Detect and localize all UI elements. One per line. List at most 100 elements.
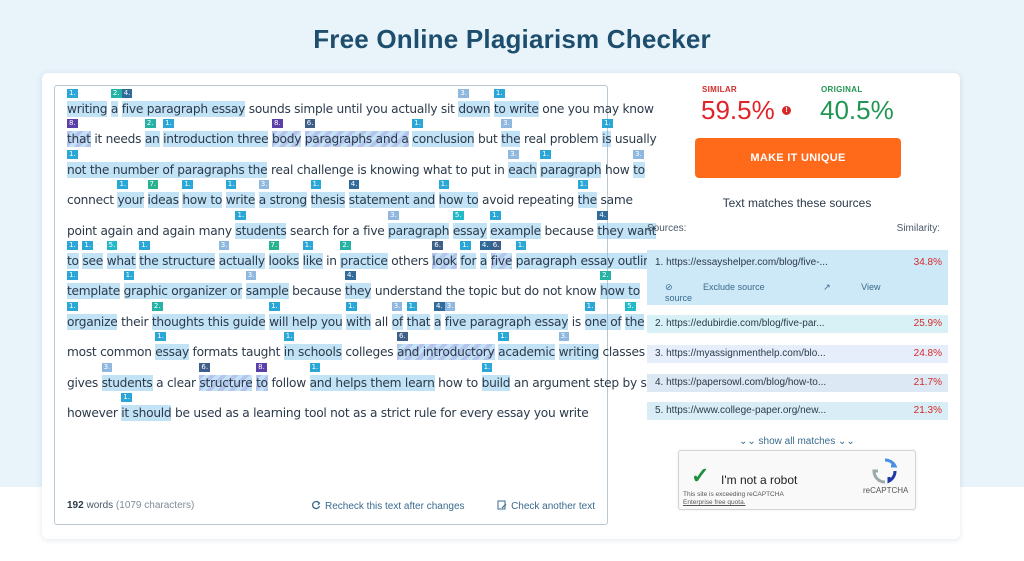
source-tag[interactable]: 1.	[515, 240, 527, 250]
matched-fragment[interactable]: 4. five paragraph essay	[121, 89, 245, 117]
source-url[interactable]: 5. https://www.college-paper.org/new...	[655, 405, 826, 416]
source-tag[interactable]: 7.	[147, 180, 159, 190]
matched-fragment[interactable]: 6. and introductory	[396, 332, 495, 361]
source-tag[interactable]: 1.	[498, 332, 509, 342]
source-tag[interactable]: 3.	[458, 89, 470, 98]
source-url[interactable]: 3. https://myassignmenthelp.com/blo...	[655, 348, 826, 359]
matched-fragment[interactable]: 1. in schools	[283, 332, 342, 361]
matched-fragment[interactable]: 3. each	[508, 149, 537, 178]
matched-fragment[interactable]: 1. academic	[498, 332, 555, 361]
checkmark-icon[interactable]: ✓	[691, 463, 709, 489]
source-tag[interactable]: 1.	[460, 240, 471, 250]
matched-fragment[interactable]: 2. an	[144, 119, 160, 148]
source-tag[interactable]: 6.	[199, 362, 211, 372]
checked-text-area[interactable]: 1. writing 2. a 4. five paragraph essay sou…	[54, 85, 666, 525]
matched-fragment[interactable]: 1. with	[346, 301, 371, 330]
source-tag[interactable]: 3.	[218, 240, 230, 250]
matched-fragment[interactable]: 1. it should	[121, 392, 172, 421]
matched-fragment[interactable]: 1. that	[406, 301, 431, 330]
source-tag[interactable]: 1.	[540, 149, 551, 159]
source-row[interactable]: 1. https://essayshelper.com/blog/five-..…	[647, 250, 948, 305]
matched-fragment[interactable]: 7. looks	[268, 240, 299, 269]
source-tag[interactable]: 1.	[155, 332, 166, 342]
matched-fragment[interactable]: 3. of	[391, 301, 403, 330]
source-row[interactable]: 4. https://papersowl.com/blog/how-to... …	[647, 374, 948, 392]
matched-fragment[interactable]: 6. structure	[199, 362, 253, 391]
matched-fragment[interactable]: 5. what	[106, 240, 136, 269]
matched-fragment[interactable]: 1. thesis	[310, 180, 345, 209]
source-tag[interactable]: 3.	[508, 149, 519, 159]
source-tag[interactable]: 4.	[121, 89, 133, 98]
source-tag[interactable]: 1.	[493, 89, 505, 98]
matched-fragment[interactable]: 1. paragraph	[540, 149, 602, 178]
source-tag[interactable]: 1.	[67, 271, 78, 281]
matched-fragment[interactable]: 1. and helps them learn	[309, 362, 435, 391]
source-tag[interactable]: 1.	[302, 240, 314, 250]
matched-fragment[interactable]: 3. sample	[245, 271, 289, 300]
matched-fragment[interactable]: 1. students	[235, 210, 287, 239]
source-tag[interactable]: 8.	[256, 362, 267, 372]
matched-fragment[interactable]: 1. how to	[438, 180, 479, 209]
matched-fragment[interactable]: 6. paragraphs and a	[304, 119, 409, 148]
matched-fragment[interactable]: 5. the	[625, 301, 645, 330]
recheck-link[interactable]: Recheck this text after changes	[311, 500, 465, 512]
matched-fragment[interactable]: 3. a strong	[258, 180, 307, 209]
show-all-matches-link[interactable]: ⌄⌄ show all matches ⌄⌄	[739, 436, 855, 447]
source-tag[interactable]: 1.	[309, 362, 321, 372]
make-it-unique-button[interactable]: MAKE IT UNIQUE	[695, 138, 901, 178]
matched-fragment[interactable]: 1. one of	[584, 301, 622, 330]
matched-fragment[interactable]: 1. see	[82, 240, 103, 269]
matched-fragment[interactable]: 3. paragraph	[388, 210, 450, 239]
matched-fragment[interactable]: 5. essay	[452, 210, 487, 239]
source-tag[interactable]: 1.	[163, 119, 174, 129]
matched-fragment[interactable]: 1. like	[302, 240, 323, 269]
matched-fragment[interactable]: 6. look	[432, 240, 457, 269]
source-tag[interactable]: 1.	[182, 180, 194, 190]
source-tag[interactable]: 1.	[139, 240, 150, 250]
matched-fragment[interactable]: 2. thoughts this guide	[151, 301, 266, 330]
source-tag[interactable]: 1.	[283, 332, 295, 342]
source-url[interactable]: 4. https://papersowl.com/blog/how-to...	[655, 377, 826, 388]
source-tag[interactable]: 2.	[600, 271, 611, 281]
matched-fragment[interactable]: 3. students	[101, 362, 153, 391]
check-another-link[interactable]: Check another text	[497, 500, 595, 512]
matched-fragment[interactable]: 8. that	[67, 119, 91, 148]
source-tag[interactable]: 2.	[340, 240, 352, 250]
source-tag[interactable]: 3.	[101, 362, 113, 372]
source-tag[interactable]: 1.	[82, 240, 94, 250]
matched-fragment[interactable]: 1. conclusion	[412, 119, 475, 148]
source-tag[interactable]: 4.	[348, 180, 360, 190]
matched-fragment[interactable]: 3. to	[633, 149, 645, 178]
matched-fragment[interactable]: 6. five	[490, 240, 512, 269]
matched-fragment[interactable]: 1. the structure	[139, 240, 215, 269]
matched-fragment[interactable]: 1. will help you	[269, 301, 343, 330]
source-tag[interactable]: 1.	[269, 301, 280, 311]
matched-fragment[interactable]: 1. introduction three	[163, 119, 269, 148]
source-tag[interactable]: 1.	[577, 180, 589, 190]
matched-fragment[interactable]: 3. down	[458, 89, 490, 117]
matched-fragment[interactable]: 4. they	[345, 271, 372, 300]
source-tag[interactable]: 1.	[67, 89, 78, 98]
source-tag[interactable]: 3.	[558, 332, 570, 342]
source-tag[interactable]: 1.	[310, 180, 322, 190]
source-tag[interactable]: 2.	[144, 119, 156, 129]
warning-icon[interactable]: !	[782, 106, 791, 115]
matched-fragment[interactable]: 1. to	[67, 240, 79, 269]
source-tag[interactable]: 1.	[602, 119, 613, 129]
source-tag[interactable]: 1.	[438, 180, 450, 190]
matched-fragment[interactable]: 3. five paragraph essay	[444, 301, 568, 330]
source-tag[interactable]: 3.	[391, 301, 403, 311]
matched-fragment[interactable]: 4. a	[479, 240, 491, 269]
source-tag[interactable]: 3.	[633, 149, 644, 159]
matched-fragment[interactable]: 1. is	[602, 119, 613, 148]
source-tag[interactable]: 3.	[258, 180, 270, 190]
source-tag[interactable]: 5.	[452, 210, 464, 220]
source-tag[interactable]: 6.	[490, 240, 502, 250]
matched-fragment[interactable]: 1. graphic organizer or	[123, 271, 242, 300]
source-tag[interactable]: 2.	[151, 301, 163, 311]
source-tag[interactable]: 6.	[432, 240, 443, 250]
matched-fragment[interactable]: 8. to	[256, 362, 268, 391]
source-tag[interactable]: 1.	[490, 210, 501, 220]
source-tag[interactable]: 1.	[406, 301, 418, 311]
source-url[interactable]: 1. https://essayshelper.com/blog/five-..…	[655, 257, 828, 268]
